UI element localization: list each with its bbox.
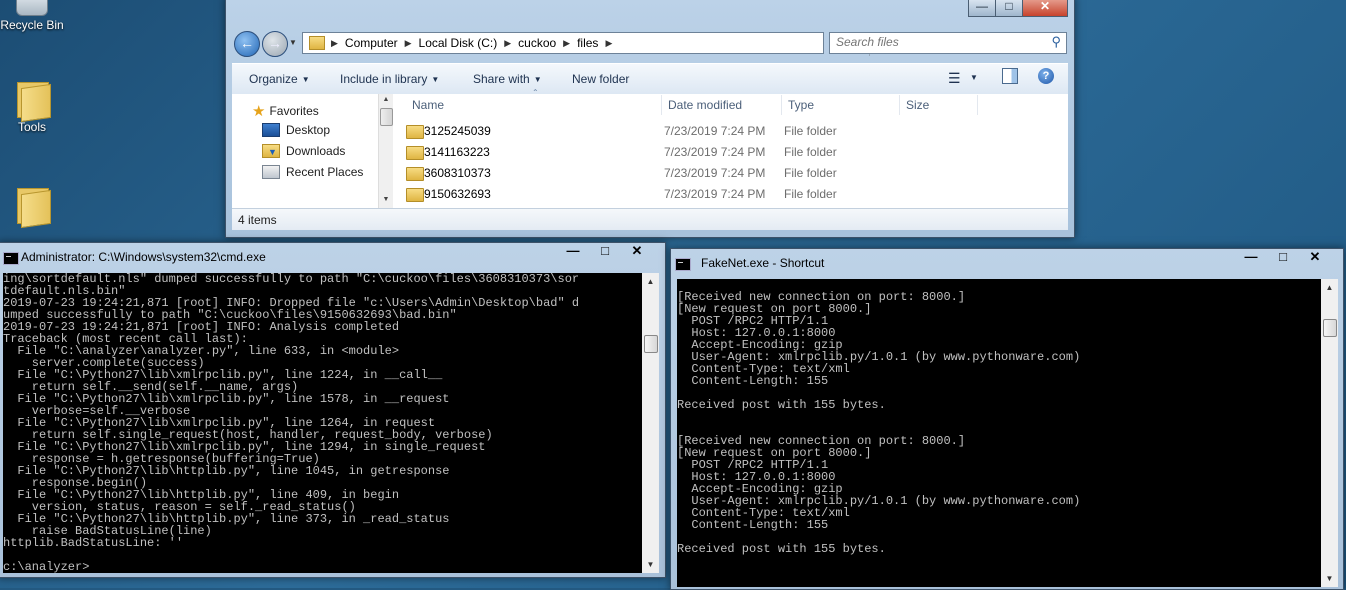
scroll-down-icon[interactable]: ▼ — [642, 556, 659, 573]
desktop-icon-folder[interactable] — [0, 184, 67, 229]
maximize-button[interactable]: □ — [1267, 249, 1299, 267]
navigation-bar: ← → ▼ ▶ Computer ▶ Local Disk (C:) ▶ cuc… — [232, 29, 1068, 57]
file-row[interactable]: 3608310373 7/23/2019 7:24 PM File folder — [394, 163, 1068, 184]
folder-icon — [406, 146, 424, 160]
maximize-button[interactable]: □ — [589, 243, 621, 261]
nav-item-desktop[interactable]: Desktop — [262, 123, 330, 137]
scroll-up-icon[interactable]: ▲ — [642, 273, 659, 290]
help-icon[interactable]: ? — [1038, 68, 1054, 84]
include-in-library-button[interactable]: Include in library ▼ — [340, 72, 439, 86]
terminal-line: Content-Length: 155 — [677, 518, 829, 532]
terminal-line: c:\analyzer> — [3, 560, 90, 573]
folder-icon — [15, 184, 51, 229]
column-header-size[interactable]: Size — [900, 95, 978, 115]
folder-icon — [15, 78, 51, 123]
breadcrumb-cuckoo[interactable]: cuckoo — [513, 36, 561, 50]
forward-button[interactable]: → — [262, 31, 288, 57]
back-button[interactable]: ← — [234, 31, 260, 57]
fakenet-scrollbar[interactable]: ▲ ▼ — [1321, 279, 1338, 587]
scroll-down-icon[interactable]: ▼ — [379, 194, 393, 206]
nav-item-recent-places[interactable]: Recent Places — [262, 165, 363, 179]
nav-pane-scrollbar[interactable]: ▲ ▼ — [378, 94, 393, 208]
scroll-up-icon[interactable]: ▲ — [1321, 279, 1338, 296]
close-button[interactable]: ✕ — [621, 243, 653, 261]
navigation-pane: ★ Favorites Desktop ▼ Downloads Recent P… — [232, 94, 378, 208]
search-box[interactable]: ⚲ — [829, 32, 1067, 54]
file-row[interactable]: 3141163223 7/23/2019 7:24 PM File folder — [394, 142, 1068, 163]
minimize-button[interactable]: — — [1235, 249, 1267, 267]
scroll-up-icon[interactable]: ▲ — [379, 94, 393, 106]
breadcrumb-computer[interactable]: Computer — [340, 36, 403, 50]
terminal-line: Received post with 155 bytes. — [677, 398, 886, 412]
scroll-thumb[interactable] — [644, 335, 658, 353]
desktop-icon — [262, 123, 280, 137]
console-icon — [675, 258, 691, 271]
cmd-scrollbar[interactable]: ▲ ▼ — [642, 273, 659, 573]
nav-item-downloads[interactable]: ▼ Downloads — [262, 144, 345, 158]
breadcrumb-files[interactable]: files — [572, 36, 603, 50]
close-button[interactable]: ✕ — [1022, 0, 1068, 17]
scroll-thumb[interactable] — [380, 108, 393, 126]
close-button[interactable]: ✕ — [1299, 249, 1331, 267]
column-header-name[interactable]: Name — [406, 95, 662, 115]
terminal-line: httplib.BadStatusLine: '' — [3, 536, 184, 550]
desktop-icon-tools[interactable]: Tools — [0, 78, 67, 134]
share-with-button[interactable]: Share with ▼ — [473, 72, 542, 86]
minimize-button[interactable]: — — [557, 243, 589, 261]
view-options-icon[interactable]: ☰ — [948, 70, 961, 87]
terminal-line: Content-Length: 155 — [677, 374, 829, 388]
status-bar: 4 items — [232, 208, 1068, 230]
desktop-icon-recycle-bin[interactable]: Recycle Bin — [0, 0, 67, 32]
recent-pages-dropdown[interactable]: ▼ — [289, 38, 297, 47]
command-bar: Organize ▼ Include in library ▼ Share with… — [232, 63, 1068, 96]
scroll-down-icon[interactable]: ▼ — [1321, 570, 1338, 587]
recycle-bin-icon — [16, 0, 48, 16]
search-input[interactable] — [830, 33, 1042, 51]
cmd-window-title: Administrator: C:\Windows\system32\cmd.e… — [21, 250, 266, 264]
scroll-thumb[interactable] — [1323, 319, 1337, 337]
folder-icon — [406, 188, 424, 202]
breadcrumb-local-disk[interactable]: Local Disk (C:) — [414, 36, 503, 50]
explorer-content: ★ Favorites Desktop ▼ Downloads Recent P… — [232, 88, 1068, 208]
column-header-date-modified[interactable]: Date modified — [662, 95, 782, 115]
recent-places-icon — [262, 165, 280, 179]
cmd-window[interactable]: Administrator: C:\Windows\system32\cmd.e… — [0, 242, 666, 578]
address-bar[interactable]: ▶ Computer ▶ Local Disk (C:) ▶ cuckoo ▶ … — [302, 32, 886, 56]
desktop-icon-label: Recycle Bin — [0, 18, 64, 32]
terminal-line: Received post with 155 bytes. — [677, 542, 886, 556]
folder-icon — [309, 36, 325, 50]
nav-favorites[interactable]: ★ Favorites — [252, 102, 319, 120]
search-icon[interactable]: ⚲ — [1051, 34, 1061, 50]
maximize-button[interactable]: □ — [995, 0, 1023, 17]
star-icon: ★ — [252, 103, 266, 120]
column-header-type[interactable]: Type — [782, 95, 900, 115]
console-icon — [3, 252, 19, 265]
downloads-icon: ▼ — [262, 144, 280, 158]
file-list: ⌃ Name Date modified Type Size 312524503… — [394, 88, 1068, 208]
view-dropdown-icon[interactable]: ▼ — [970, 73, 978, 82]
new-folder-button[interactable]: New folder — [572, 72, 629, 86]
folder-icon — [406, 167, 424, 181]
fakenet-window[interactable]: FakeNet.exe - Shortcut — □ ✕ [Received n… — [670, 248, 1344, 590]
file-row[interactable]: 3125245039 7/23/2019 7:24 PM File folder — [394, 121, 1068, 142]
explorer-window[interactable]: — □ ✕ ← → ▼ ▶ Computer ▶ Local Disk (C:)… — [225, 0, 1075, 238]
desktop-icon-label: Tools — [17, 120, 46, 134]
cmd-terminal-output[interactable]: ing\sortdefault.nls" dumped successfully… — [3, 273, 642, 573]
preview-pane-icon[interactable] — [1002, 68, 1018, 84]
file-row[interactable]: 9150632693 7/23/2019 7:24 PM File folder — [394, 184, 1068, 205]
fakenet-terminal-output[interactable]: [Received new connection on port: 8000.]… — [677, 279, 1321, 587]
fakenet-caption-buttons: — □ ✕ — [1235, 249, 1331, 267]
organize-button[interactable]: Organize ▼ — [249, 72, 310, 86]
fakenet-window-title: FakeNet.exe - Shortcut — [701, 256, 825, 270]
explorer-caption-buttons: — □ ✕ — [968, 0, 1068, 17]
minimize-button[interactable]: — — [968, 0, 996, 17]
folder-icon — [406, 125, 424, 139]
cmd-caption-buttons: — □ ✕ — [557, 243, 653, 261]
